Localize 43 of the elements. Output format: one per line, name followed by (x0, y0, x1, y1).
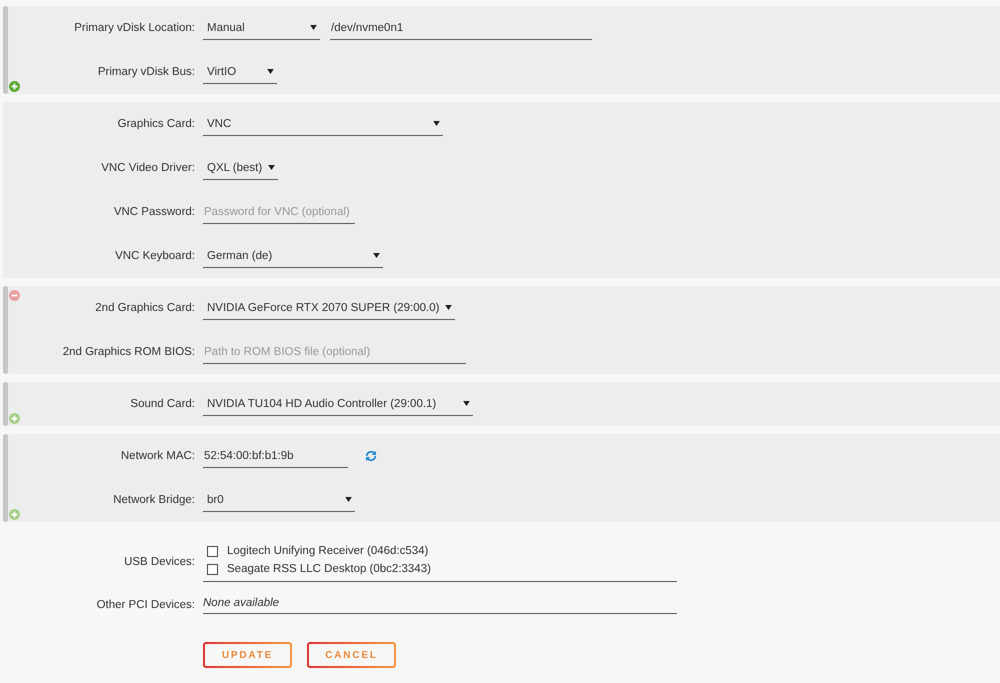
caret-icon (463, 401, 470, 406)
field-label: VNC Video Driver: (100, 162, 195, 174)
field-label: 2nd Graphics Card: (94, 302, 195, 314)
caret-icon (268, 165, 276, 170)
field-label: Sound Card: (129, 398, 195, 410)
text-field[interactable]: 52:54:00:bf:b1:9b (203, 444, 348, 468)
field-label: VNC Password: (112, 206, 195, 218)
add-icon[interactable] (9, 509, 20, 520)
field-label: Graphics Card: (116, 118, 195, 130)
text-field[interactable]: Path to ROM BIOS file (optional) (203, 340, 466, 364)
dropdown[interactable]: br0 (203, 488, 355, 512)
caret-icon (433, 121, 440, 126)
text-field[interactable]: Password for VNC (optional) (203, 200, 355, 224)
field-label: VNC Keyboard: (114, 250, 195, 262)
checkbox[interactable] (207, 546, 218, 556)
add-icon[interactable] (9, 81, 20, 92)
checkbox-label: Seagate RSS LLC Desktop (0bc2:3343) (227, 563, 431, 575)
caret-icon (310, 25, 317, 30)
text-field[interactable]: /dev/nvme0n1 (330, 16, 592, 40)
caret-icon (445, 305, 452, 310)
caret-icon (267, 69, 274, 74)
caret-icon (373, 253, 380, 258)
checkbox[interactable] (207, 564, 218, 574)
checkbox-label: Logitech Unifying Receiver (046d:c534) (227, 545, 428, 557)
dropdown[interactable]: German (de) (203, 244, 383, 268)
pci-devices-value: None available (203, 595, 677, 614)
dropdown[interactable]: NVIDIA TU104 HD Audio Controller (29:00.1) (203, 392, 473, 416)
remove-icon[interactable] (9, 290, 20, 301)
refresh-icon[interactable] (365, 450, 377, 462)
field-label: Network Bridge: (112, 494, 195, 506)
field-label: 2nd Graphics ROM BIOS: (62, 346, 195, 358)
dropdown[interactable]: NVIDIA GeForce RTX 2070 SUPER (29:00.0) (203, 296, 456, 320)
field-label: Network MAC: (120, 450, 195, 462)
field-label: Other PCI Devices: (96, 598, 195, 610)
field-label: Primary vDisk Bus: (96, 66, 195, 78)
field-label: USB Devices: (123, 556, 195, 568)
dropdown[interactable]: VirtIO (203, 60, 277, 84)
dropdown[interactable]: Manual (203, 16, 320, 40)
caret-icon (345, 497, 352, 502)
dropdown[interactable]: QXL (best) (203, 156, 278, 180)
field-label: Primary vDisk Location: (73, 22, 195, 34)
dropdown[interactable]: VNC (203, 112, 443, 136)
add-icon[interactable] (9, 413, 20, 424)
